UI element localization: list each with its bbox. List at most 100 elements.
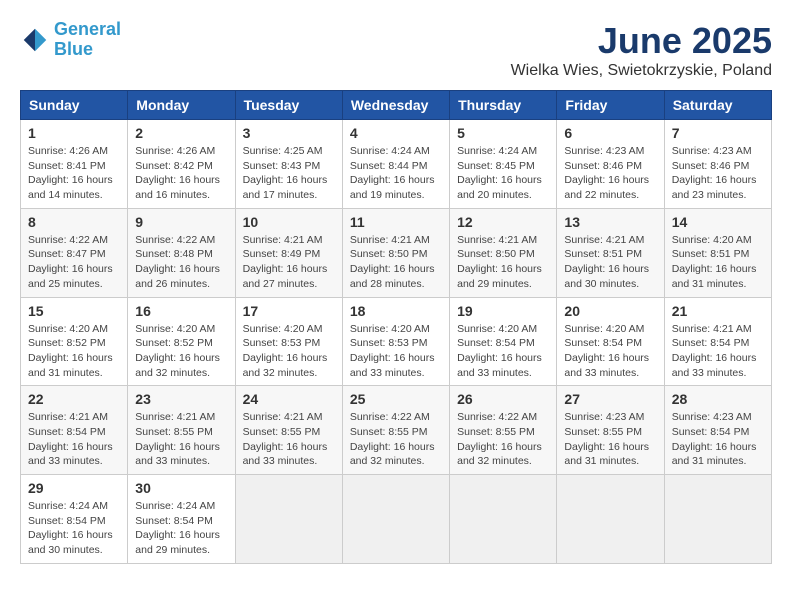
day-info: Sunrise: 4:24 AMSunset: 8:44 PMDaylight:… [350,144,442,203]
calendar-day-cell: 29 Sunrise: 4:24 AMSunset: 8:54 PMDaylig… [21,475,128,564]
day-info: Sunrise: 4:23 AMSunset: 8:54 PMDaylight:… [672,410,764,469]
day-number: 19 [457,303,549,319]
logo-general: General [54,19,121,39]
day-info: Sunrise: 4:21 AMSunset: 8:54 PMDaylight:… [672,322,764,381]
calendar-day-cell: 6 Sunrise: 4:23 AMSunset: 8:46 PMDayligh… [557,120,664,209]
day-info: Sunrise: 4:20 AMSunset: 8:53 PMDaylight:… [350,322,442,381]
calendar-day-cell: 5 Sunrise: 4:24 AMSunset: 8:45 PMDayligh… [450,120,557,209]
day-number: 28 [672,391,764,407]
calendar-day-cell [342,475,449,564]
day-number: 6 [564,125,656,141]
title-area: June 2025 Wielka Wies, Swietokrzyskie, P… [511,20,772,80]
calendar-table: SundayMondayTuesdayWednesdayThursdayFrid… [20,90,772,564]
month-title: June 2025 [511,20,772,62]
calendar-day-cell [235,475,342,564]
logo: General Blue [20,20,121,60]
calendar-day-cell: 21 Sunrise: 4:21 AMSunset: 8:54 PMDaylig… [664,297,771,386]
day-info: Sunrise: 4:21 AMSunset: 8:50 PMDaylight:… [350,233,442,292]
day-info: Sunrise: 4:22 AMSunset: 8:47 PMDaylight:… [28,233,120,292]
logo-icon [20,25,50,55]
calendar-day-cell: 30 Sunrise: 4:24 AMSunset: 8:54 PMDaylig… [128,475,235,564]
day-info: Sunrise: 4:23 AMSunset: 8:46 PMDaylight:… [672,144,764,203]
weekday-header: Friday [557,91,664,120]
calendar-day-cell: 18 Sunrise: 4:20 AMSunset: 8:53 PMDaylig… [342,297,449,386]
calendar-day-cell: 1 Sunrise: 4:26 AMSunset: 8:41 PMDayligh… [21,120,128,209]
calendar-day-cell: 12 Sunrise: 4:21 AMSunset: 8:50 PMDaylig… [450,208,557,297]
day-info: Sunrise: 4:25 AMSunset: 8:43 PMDaylight:… [243,144,335,203]
day-number: 13 [564,214,656,230]
calendar-day-cell: 25 Sunrise: 4:22 AMSunset: 8:55 PMDaylig… [342,386,449,475]
day-info: Sunrise: 4:26 AMSunset: 8:42 PMDaylight:… [135,144,227,203]
day-info: Sunrise: 4:20 AMSunset: 8:54 PMDaylight:… [564,322,656,381]
weekday-header: Thursday [450,91,557,120]
day-number: 26 [457,391,549,407]
day-number: 15 [28,303,120,319]
day-info: Sunrise: 4:22 AMSunset: 8:55 PMDaylight:… [350,410,442,469]
day-info: Sunrise: 4:24 AMSunset: 8:45 PMDaylight:… [457,144,549,203]
day-number: 7 [672,125,764,141]
day-info: Sunrise: 4:23 AMSunset: 8:46 PMDaylight:… [564,144,656,203]
calendar-day-cell: 17 Sunrise: 4:20 AMSunset: 8:53 PMDaylig… [235,297,342,386]
calendar-day-cell: 9 Sunrise: 4:22 AMSunset: 8:48 PMDayligh… [128,208,235,297]
day-number: 8 [28,214,120,230]
calendar-day-cell: 4 Sunrise: 4:24 AMSunset: 8:44 PMDayligh… [342,120,449,209]
day-info: Sunrise: 4:23 AMSunset: 8:55 PMDaylight:… [564,410,656,469]
day-info: Sunrise: 4:20 AMSunset: 8:53 PMDaylight:… [243,322,335,381]
day-info: Sunrise: 4:22 AMSunset: 8:48 PMDaylight:… [135,233,227,292]
day-number: 16 [135,303,227,319]
day-number: 29 [28,480,120,496]
calendar-day-cell: 7 Sunrise: 4:23 AMSunset: 8:46 PMDayligh… [664,120,771,209]
calendar-day-cell [450,475,557,564]
logo-blue: Blue [54,39,93,59]
calendar-week-row: 29 Sunrise: 4:24 AMSunset: 8:54 PMDaylig… [21,475,772,564]
day-info: Sunrise: 4:21 AMSunset: 8:49 PMDaylight:… [243,233,335,292]
day-info: Sunrise: 4:21 AMSunset: 8:54 PMDaylight:… [28,410,120,469]
day-number: 4 [350,125,442,141]
page-header: General Blue June 2025 Wielka Wies, Swie… [20,20,772,80]
day-number: 25 [350,391,442,407]
day-number: 14 [672,214,764,230]
calendar-day-cell: 20 Sunrise: 4:20 AMSunset: 8:54 PMDaylig… [557,297,664,386]
day-number: 5 [457,125,549,141]
calendar-week-row: 15 Sunrise: 4:20 AMSunset: 8:52 PMDaylig… [21,297,772,386]
calendar-day-cell [664,475,771,564]
calendar-day-cell: 24 Sunrise: 4:21 AMSunset: 8:55 PMDaylig… [235,386,342,475]
calendar-header-row: SundayMondayTuesdayWednesdayThursdayFrid… [21,91,772,120]
day-info: Sunrise: 4:26 AMSunset: 8:41 PMDaylight:… [28,144,120,203]
day-number: 9 [135,214,227,230]
location-title: Wielka Wies, Swietokrzyskie, Poland [511,62,772,80]
calendar-day-cell [557,475,664,564]
calendar-day-cell: 13 Sunrise: 4:21 AMSunset: 8:51 PMDaylig… [557,208,664,297]
day-number: 21 [672,303,764,319]
day-info: Sunrise: 4:21 AMSunset: 8:55 PMDaylight:… [243,410,335,469]
day-number: 2 [135,125,227,141]
calendar-day-cell: 8 Sunrise: 4:22 AMSunset: 8:47 PMDayligh… [21,208,128,297]
calendar-week-row: 1 Sunrise: 4:26 AMSunset: 8:41 PMDayligh… [21,120,772,209]
day-info: Sunrise: 4:21 AMSunset: 8:51 PMDaylight:… [564,233,656,292]
day-number: 11 [350,214,442,230]
day-number: 3 [243,125,335,141]
day-number: 22 [28,391,120,407]
day-info: Sunrise: 4:20 AMSunset: 8:52 PMDaylight:… [28,322,120,381]
day-number: 23 [135,391,227,407]
day-number: 10 [243,214,335,230]
day-number: 27 [564,391,656,407]
weekday-header: Saturday [664,91,771,120]
day-info: Sunrise: 4:21 AMSunset: 8:50 PMDaylight:… [457,233,549,292]
day-info: Sunrise: 4:20 AMSunset: 8:51 PMDaylight:… [672,233,764,292]
calendar-day-cell: 27 Sunrise: 4:23 AMSunset: 8:55 PMDaylig… [557,386,664,475]
weekday-header: Tuesday [235,91,342,120]
calendar-day-cell: 15 Sunrise: 4:20 AMSunset: 8:52 PMDaylig… [21,297,128,386]
day-info: Sunrise: 4:24 AMSunset: 8:54 PMDaylight:… [28,499,120,558]
calendar-day-cell: 28 Sunrise: 4:23 AMSunset: 8:54 PMDaylig… [664,386,771,475]
weekday-header: Monday [128,91,235,120]
weekday-header: Wednesday [342,91,449,120]
calendar-day-cell: 2 Sunrise: 4:26 AMSunset: 8:42 PMDayligh… [128,120,235,209]
calendar-day-cell: 3 Sunrise: 4:25 AMSunset: 8:43 PMDayligh… [235,120,342,209]
day-number: 24 [243,391,335,407]
weekday-header: Sunday [21,91,128,120]
day-number: 20 [564,303,656,319]
day-number: 18 [350,303,442,319]
calendar-day-cell: 10 Sunrise: 4:21 AMSunset: 8:49 PMDaylig… [235,208,342,297]
calendar-week-row: 22 Sunrise: 4:21 AMSunset: 8:54 PMDaylig… [21,386,772,475]
